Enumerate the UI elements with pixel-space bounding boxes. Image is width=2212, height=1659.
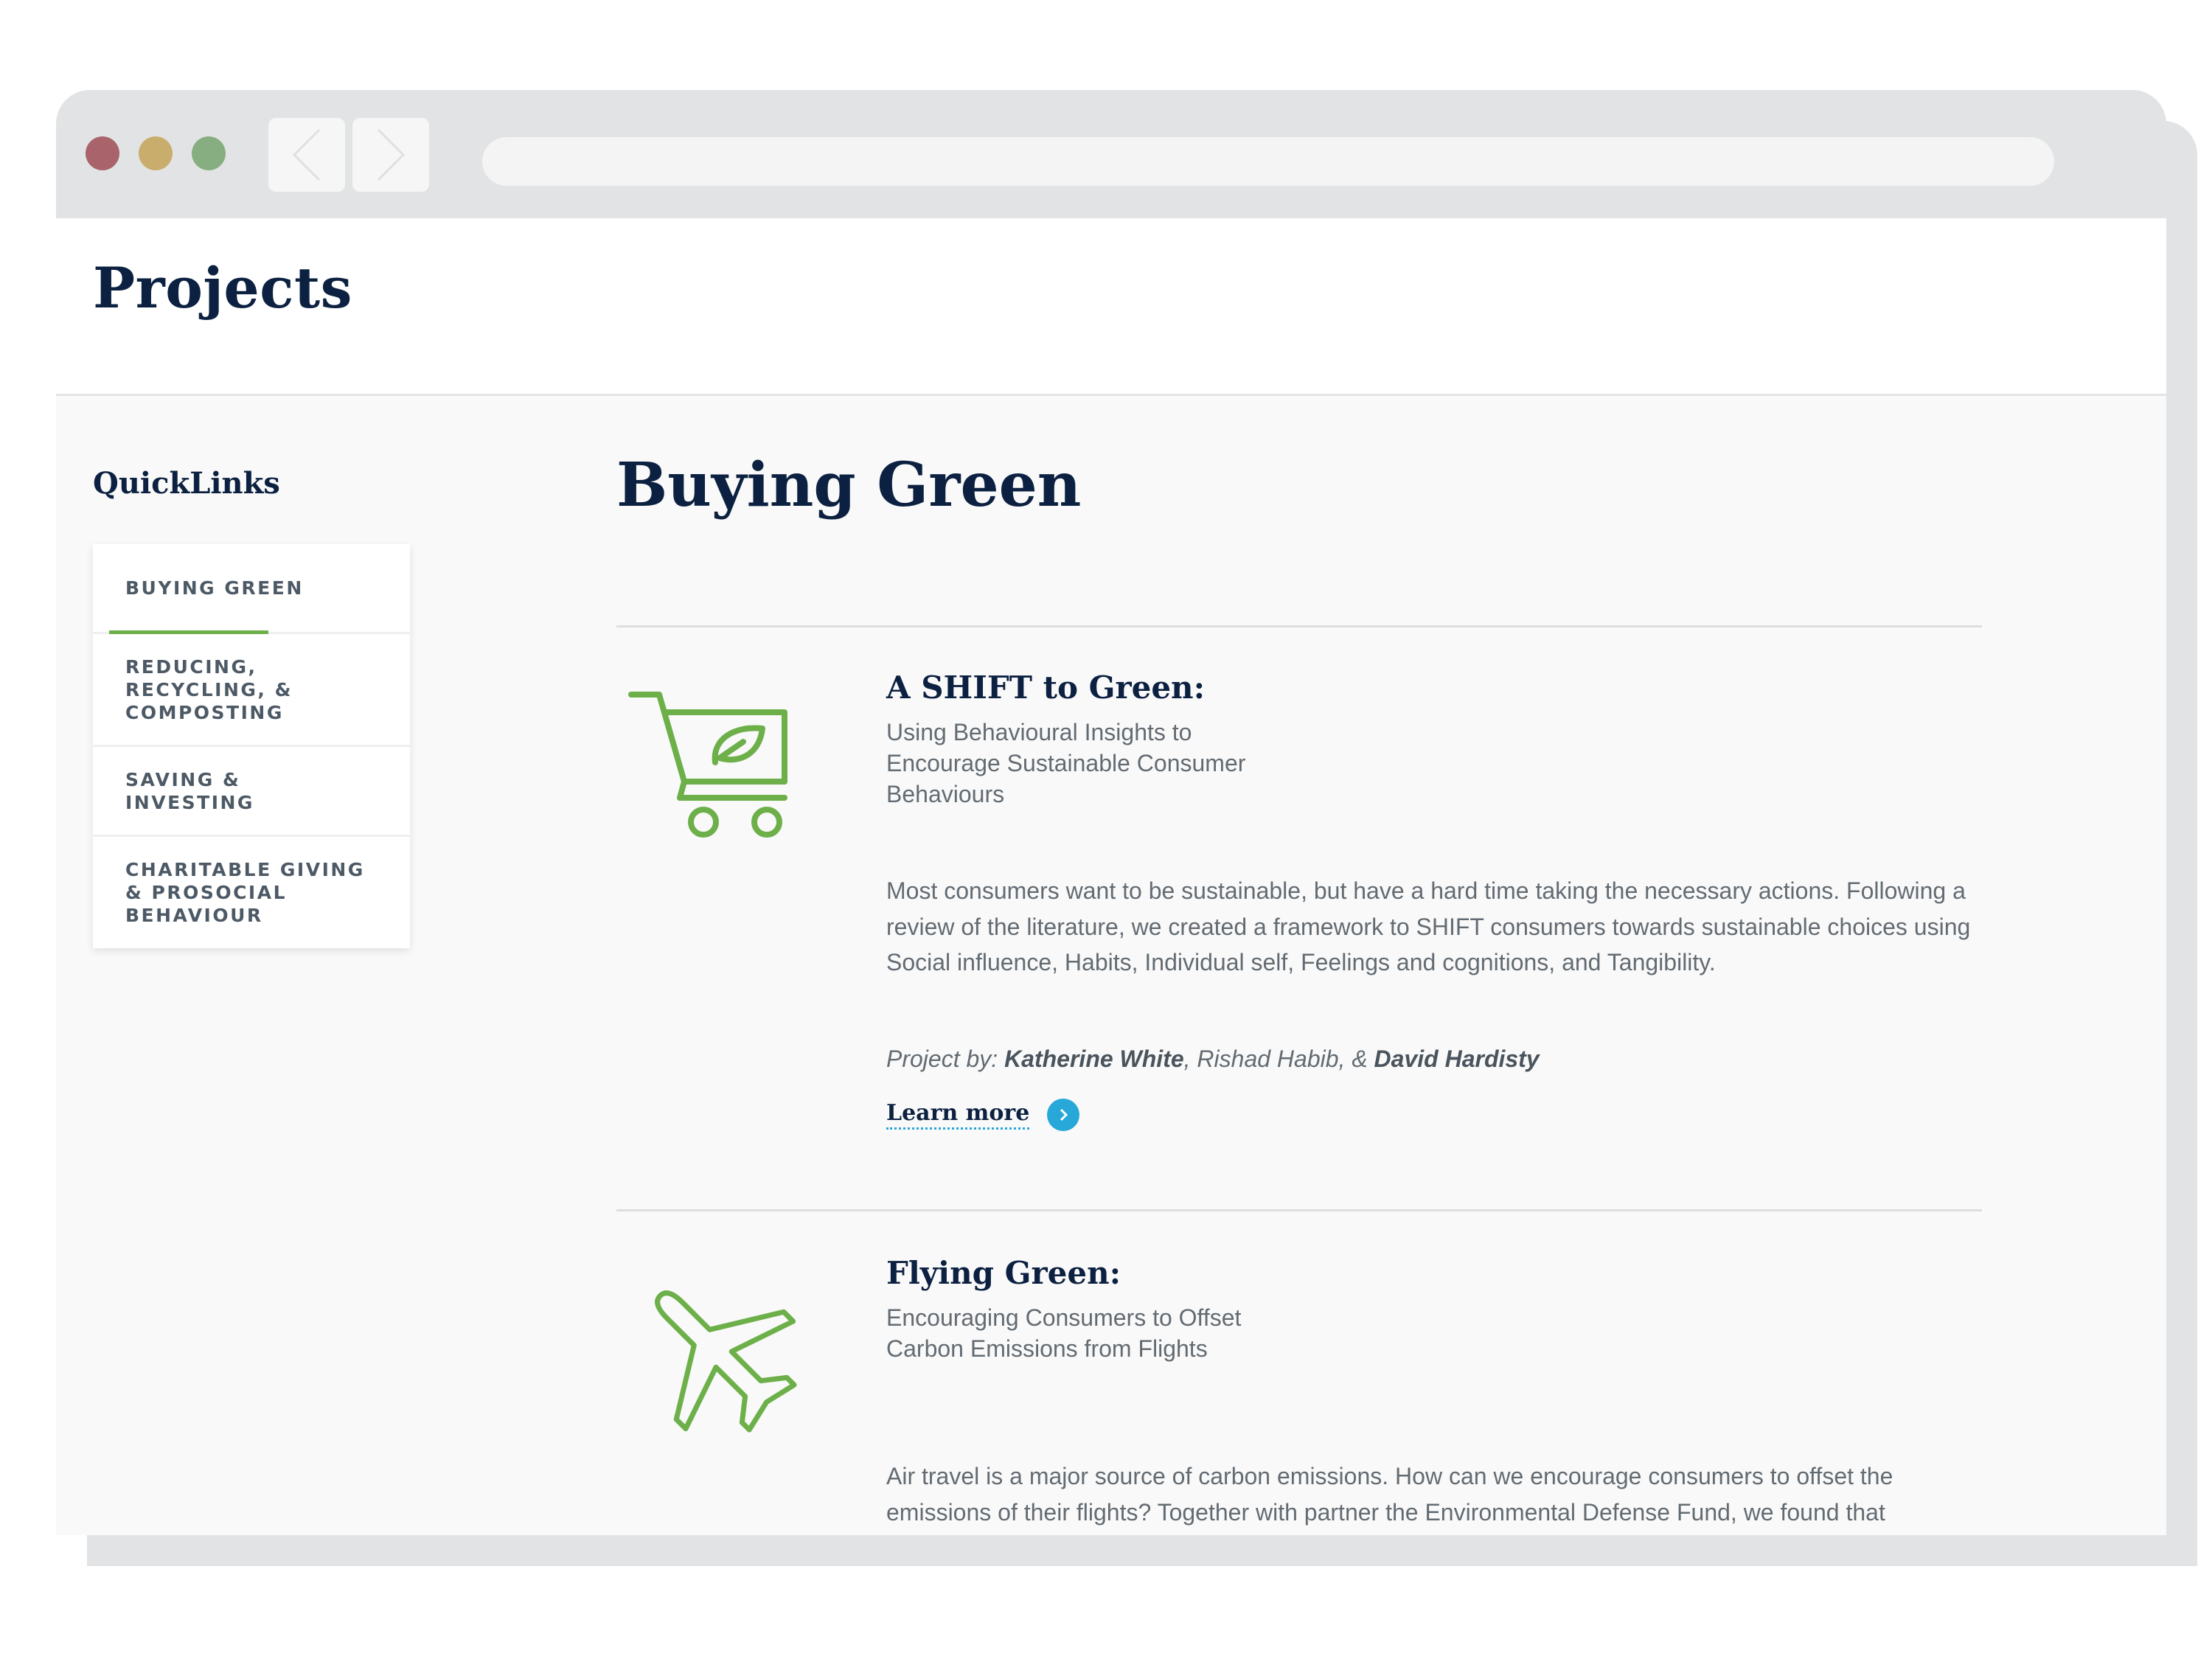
close-window-button[interactable] xyxy=(86,136,119,170)
address-bar[interactable] xyxy=(482,137,2054,186)
quicklink-reducing-recycling-composting[interactable]: REDUCING, RECYCLING, & COMPOSTING xyxy=(93,634,410,747)
author-name: Katherine White xyxy=(1004,1046,1184,1072)
quicklinks-heading: QuickLinks xyxy=(93,466,280,501)
page-title: Projects xyxy=(93,255,352,321)
chevron-right-circle-icon xyxy=(1047,1099,1080,1131)
learn-more-label: Learn more xyxy=(886,1100,1030,1130)
quicklink-buying-green[interactable]: BUYING GREEN xyxy=(93,544,410,634)
quicklinks-nav: BUYING GREEN REDUCING, RECYCLING, & COMP… xyxy=(93,544,410,948)
project-divider xyxy=(616,1209,1982,1211)
author-name: David Hardisty xyxy=(1374,1046,1540,1072)
quicklink-label: REDUCING, RECYCLING, & COMPOSTING xyxy=(125,655,293,723)
page-content: Projects QuickLinks BUYING GREEN REDUCIN… xyxy=(56,218,2166,1535)
chevron-right-icon xyxy=(377,128,406,181)
maximize-window-button[interactable] xyxy=(192,136,226,170)
section-title: Buying Green xyxy=(616,450,1082,521)
project-description: Most consumers want to be sustainable, b… xyxy=(886,877,1971,975)
quicklink-saving-investing[interactable]: SAVING & INVESTING xyxy=(93,747,410,837)
chevron-left-icon xyxy=(292,128,321,181)
browser-window: Projects QuickLinks BUYING GREEN REDUCIN… xyxy=(56,90,2166,1535)
browser-titlebar xyxy=(56,90,2166,218)
project-by-label: Project by: xyxy=(886,1046,998,1072)
quicklink-charitable-giving[interactable]: CHARITABLE GIVING & PROSOCIAL BEHAVIOUR xyxy=(93,837,410,948)
project-authors: Project by: Katherine White, Rishad Habi… xyxy=(886,1043,1992,1075)
forward-button[interactable] xyxy=(352,118,429,192)
project-title: Flying Green: xyxy=(886,1255,1121,1291)
section-divider xyxy=(616,625,1982,627)
project-subtitle: Encouraging Consumers to Offset Carbon E… xyxy=(886,1304,1242,1362)
back-button[interactable] xyxy=(268,118,345,192)
shopping-cart-leaf-icon xyxy=(628,692,787,838)
quicklink-label: CHARITABLE GIVING & PROSOCIAL BEHAVIOUR xyxy=(125,859,365,926)
project-subtitle: Using Behavioural Insights to Encourage … xyxy=(886,719,1246,807)
quicklink-label: SAVING & INVESTING xyxy=(125,768,254,813)
page-header: Projects xyxy=(56,218,2166,396)
author-list-separator: , Rishad Habib, & xyxy=(1183,1046,1374,1072)
minimize-window-button[interactable] xyxy=(139,136,173,170)
quicklink-label: BUYING GREEN xyxy=(125,577,304,599)
learn-more-link[interactable]: Learn more xyxy=(886,1099,1080,1131)
airplane-icon xyxy=(655,1290,797,1433)
project-description: Air travel is a major source of carbon e… xyxy=(886,1463,1893,1535)
project-title: A SHIFT to Green: xyxy=(886,669,1206,706)
